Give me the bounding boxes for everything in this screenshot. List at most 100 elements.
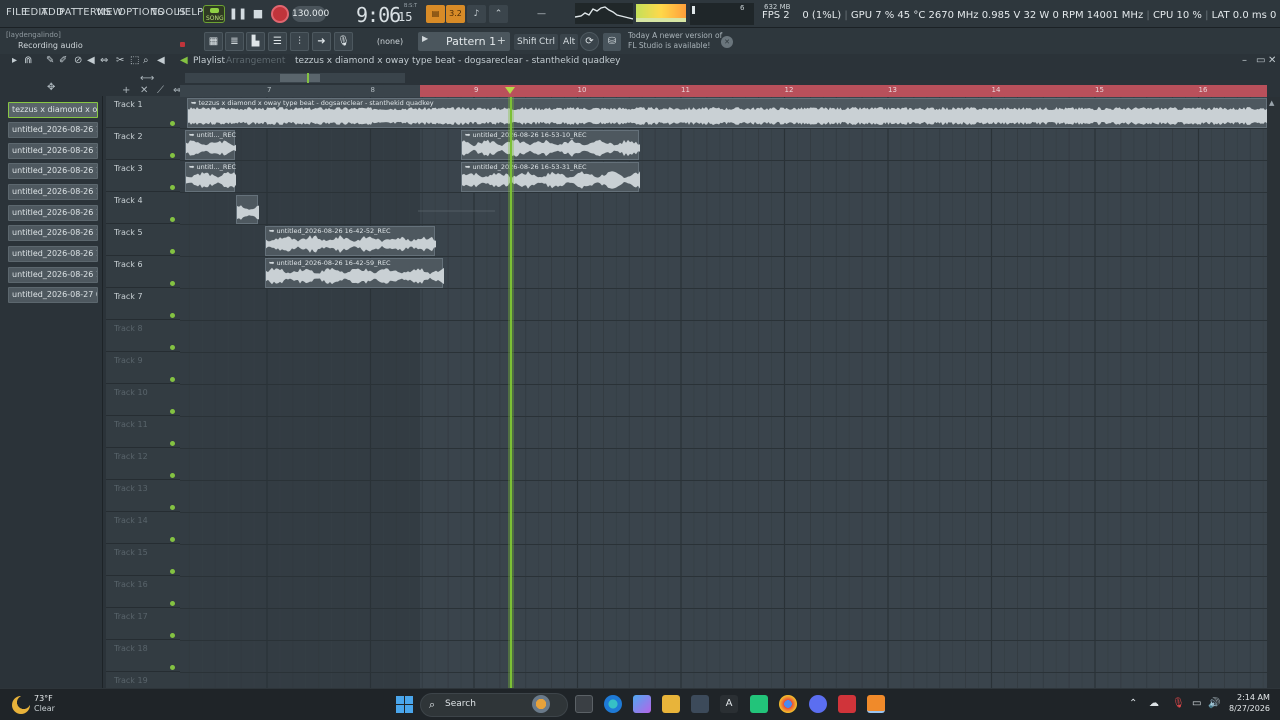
step-edit-button[interactable]: ⌃ [489, 5, 508, 23]
playhead-marker[interactable] [505, 87, 515, 94]
track-mute-led[interactable] [170, 505, 175, 510]
red-app-icon[interactable] [838, 695, 856, 713]
audio-clip[interactable]: ➥ untitled_2026-08-26 16-53-31_REC [461, 162, 640, 192]
playlist-button[interactable]: ≣ [225, 32, 244, 51]
pattern-selector[interactable]: ▶ Pattern 1 + [418, 32, 510, 51]
overview-scrollbar[interactable] [185, 73, 405, 83]
playlist-grid[interactable]: ➥ tezzus x diamond x oway type beat - do… [180, 97, 1267, 688]
audio-clip[interactable]: ➥ untitl..._REC [185, 130, 236, 160]
news-panel[interactable]: Today A newer version of FL Studio is av… [628, 31, 722, 51]
pattern-song-toggle[interactable]: — [532, 5, 551, 23]
news-button[interactable]: ⛁ [603, 33, 621, 51]
audio-clip[interactable] [236, 195, 259, 224]
tempo-display[interactable]: 130.000 [292, 6, 329, 22]
track-mute-led[interactable] [170, 185, 175, 190]
delete-icon[interactable]: ⊘ [74, 55, 82, 66]
news-close-icon[interactable]: ✕ [721, 36, 733, 48]
store-icon[interactable] [691, 695, 709, 713]
plus-icon[interactable]: + [122, 85, 130, 96]
display-icon[interactable]: ▭ [1192, 698, 1201, 709]
midi-device-select[interactable]: (none) [368, 35, 412, 49]
song-mode-button[interactable]: SONG [203, 5, 225, 23]
mic-icon[interactable]: 🎙 [1172, 698, 1185, 709]
close-small-icon[interactable]: ✕ [140, 85, 148, 96]
track-mute-led[interactable] [170, 601, 175, 606]
picker-item[interactable]: untitled_2026-08-26 16-... [8, 225, 98, 241]
task-view-icon[interactable] [575, 695, 593, 713]
snap-tool-button[interactable]: ▦ [204, 32, 223, 51]
alt-button[interactable]: Alt [560, 34, 579, 50]
metronome-button[interactable]: ♪ [467, 5, 486, 23]
playhead-line[interactable] [508, 97, 514, 688]
menu-help[interactable]: HELP [177, 7, 203, 18]
time-display[interactable]: 9:06 [356, 3, 401, 27]
track-mute-led[interactable] [170, 633, 175, 638]
piano-roll-button[interactable]: ▙ [246, 32, 265, 51]
audio-clip[interactable]: ➥ untitl..._REC [185, 162, 236, 192]
track-name[interactable]: Track 14 [114, 516, 148, 525]
stop-button[interactable]: ■ [248, 5, 268, 23]
vertical-scrollbar[interactable]: ▲ [1267, 97, 1280, 688]
track-name[interactable]: Track 7 [114, 292, 143, 301]
picker-item[interactable]: tezzus x diamond x oway... [8, 102, 98, 118]
track-mute-led[interactable] [170, 249, 175, 254]
track-mute-led[interactable] [170, 665, 175, 670]
track-name[interactable]: Track 6 [114, 260, 143, 269]
fl-studio-icon[interactable] [867, 695, 885, 713]
master-volume-meter[interactable] [636, 4, 686, 18]
clock-time[interactable]: 2:14 AM [1237, 693, 1270, 702]
magnet-icon[interactable]: ⋒ [24, 55, 32, 66]
audio-clip[interactable]: ➥ untitled_2026-08-26 16-53-10_REC [461, 130, 640, 160]
track-mute-led[interactable] [170, 441, 175, 446]
picker-item[interactable]: untitled_2026-08-26 16-... [8, 143, 98, 159]
track-name[interactable]: Track 18 [114, 644, 148, 653]
playback-icon[interactable]: ◀ [157, 55, 165, 66]
picker-item[interactable]: untitled_2026-08-26 16-... [8, 205, 98, 221]
edge-icon[interactable] [604, 695, 622, 713]
track-mute-led[interactable] [170, 345, 175, 350]
scroll-up-icon[interactable]: ▲ [1269, 99, 1278, 107]
refresh-button[interactable]: ⟳ [580, 32, 599, 51]
zoom-icon[interactable]: ⌕ [143, 55, 149, 66]
audio-clip[interactable]: ➥ tezzus x diamond x oway type beat - do… [187, 98, 1267, 128]
track-name[interactable]: Track 15 [114, 548, 148, 557]
countdown-button[interactable]: 3.2 [446, 5, 465, 23]
overview-thumb[interactable] [280, 74, 320, 82]
pencil-icon[interactable]: ✎ [46, 55, 54, 66]
move-icon[interactable]: ✥ [47, 82, 55, 93]
pause-button[interactable]: ❚❚ [228, 5, 248, 23]
copilot-app-icon[interactable] [633, 695, 651, 713]
audio-clip[interactable]: ➥ untitled_2026-08-26 16-42-52_REC [265, 226, 436, 256]
browser-button[interactable]: ➜ [312, 32, 331, 51]
pen-icon[interactable]: ⟋ [157, 85, 164, 96]
select-icon[interactable]: ⬚ [130, 55, 139, 66]
minimize-icon[interactable]: – [1242, 55, 1247, 66]
picker-item[interactable]: untitled_2026-08-27 02-... [8, 287, 98, 303]
volume-icon[interactable]: 🔊 [1208, 698, 1220, 709]
track-name[interactable]: Track 10 [114, 388, 148, 397]
record-button[interactable] [271, 5, 289, 23]
discord-icon[interactable] [809, 695, 827, 713]
track-mute-led[interactable] [170, 217, 175, 222]
track-name[interactable]: Track 11 [114, 420, 148, 429]
cpu-monitor[interactable]: 6 [690, 3, 754, 25]
track-name[interactable]: Track 19 [114, 676, 148, 685]
track-mute-led[interactable] [170, 153, 175, 158]
picker-item[interactable]: untitled_2026-08-26 16-... [8, 246, 98, 262]
track-name[interactable]: Track 8 [114, 324, 143, 333]
track-mute-led[interactable] [170, 537, 175, 542]
oscilloscope-monitor[interactable] [574, 3, 634, 24]
mute-icon[interactable]: ◀ [87, 55, 95, 66]
slice-icon[interactable]: ✂ [116, 55, 124, 66]
slip-icon[interactable]: ⇔ [100, 55, 108, 66]
picker-item[interactable]: untitled_2026-08-26 16-... [8, 122, 98, 138]
close-icon[interactable]: ✕ [1268, 55, 1276, 66]
picker-item[interactable]: untitled_2026-08-26 16-... [8, 184, 98, 200]
time-selection[interactable] [420, 85, 1267, 97]
network-icon[interactable]: ☁ [1149, 698, 1159, 709]
track-name[interactable]: Track 12 [114, 452, 148, 461]
track-name[interactable]: Track 9 [114, 356, 143, 365]
channel-rack-button[interactable]: ☰ [268, 32, 287, 51]
typing-keyboard-button[interactable]: ▤ [426, 5, 445, 23]
track-name[interactable]: Track 2 [114, 132, 143, 141]
